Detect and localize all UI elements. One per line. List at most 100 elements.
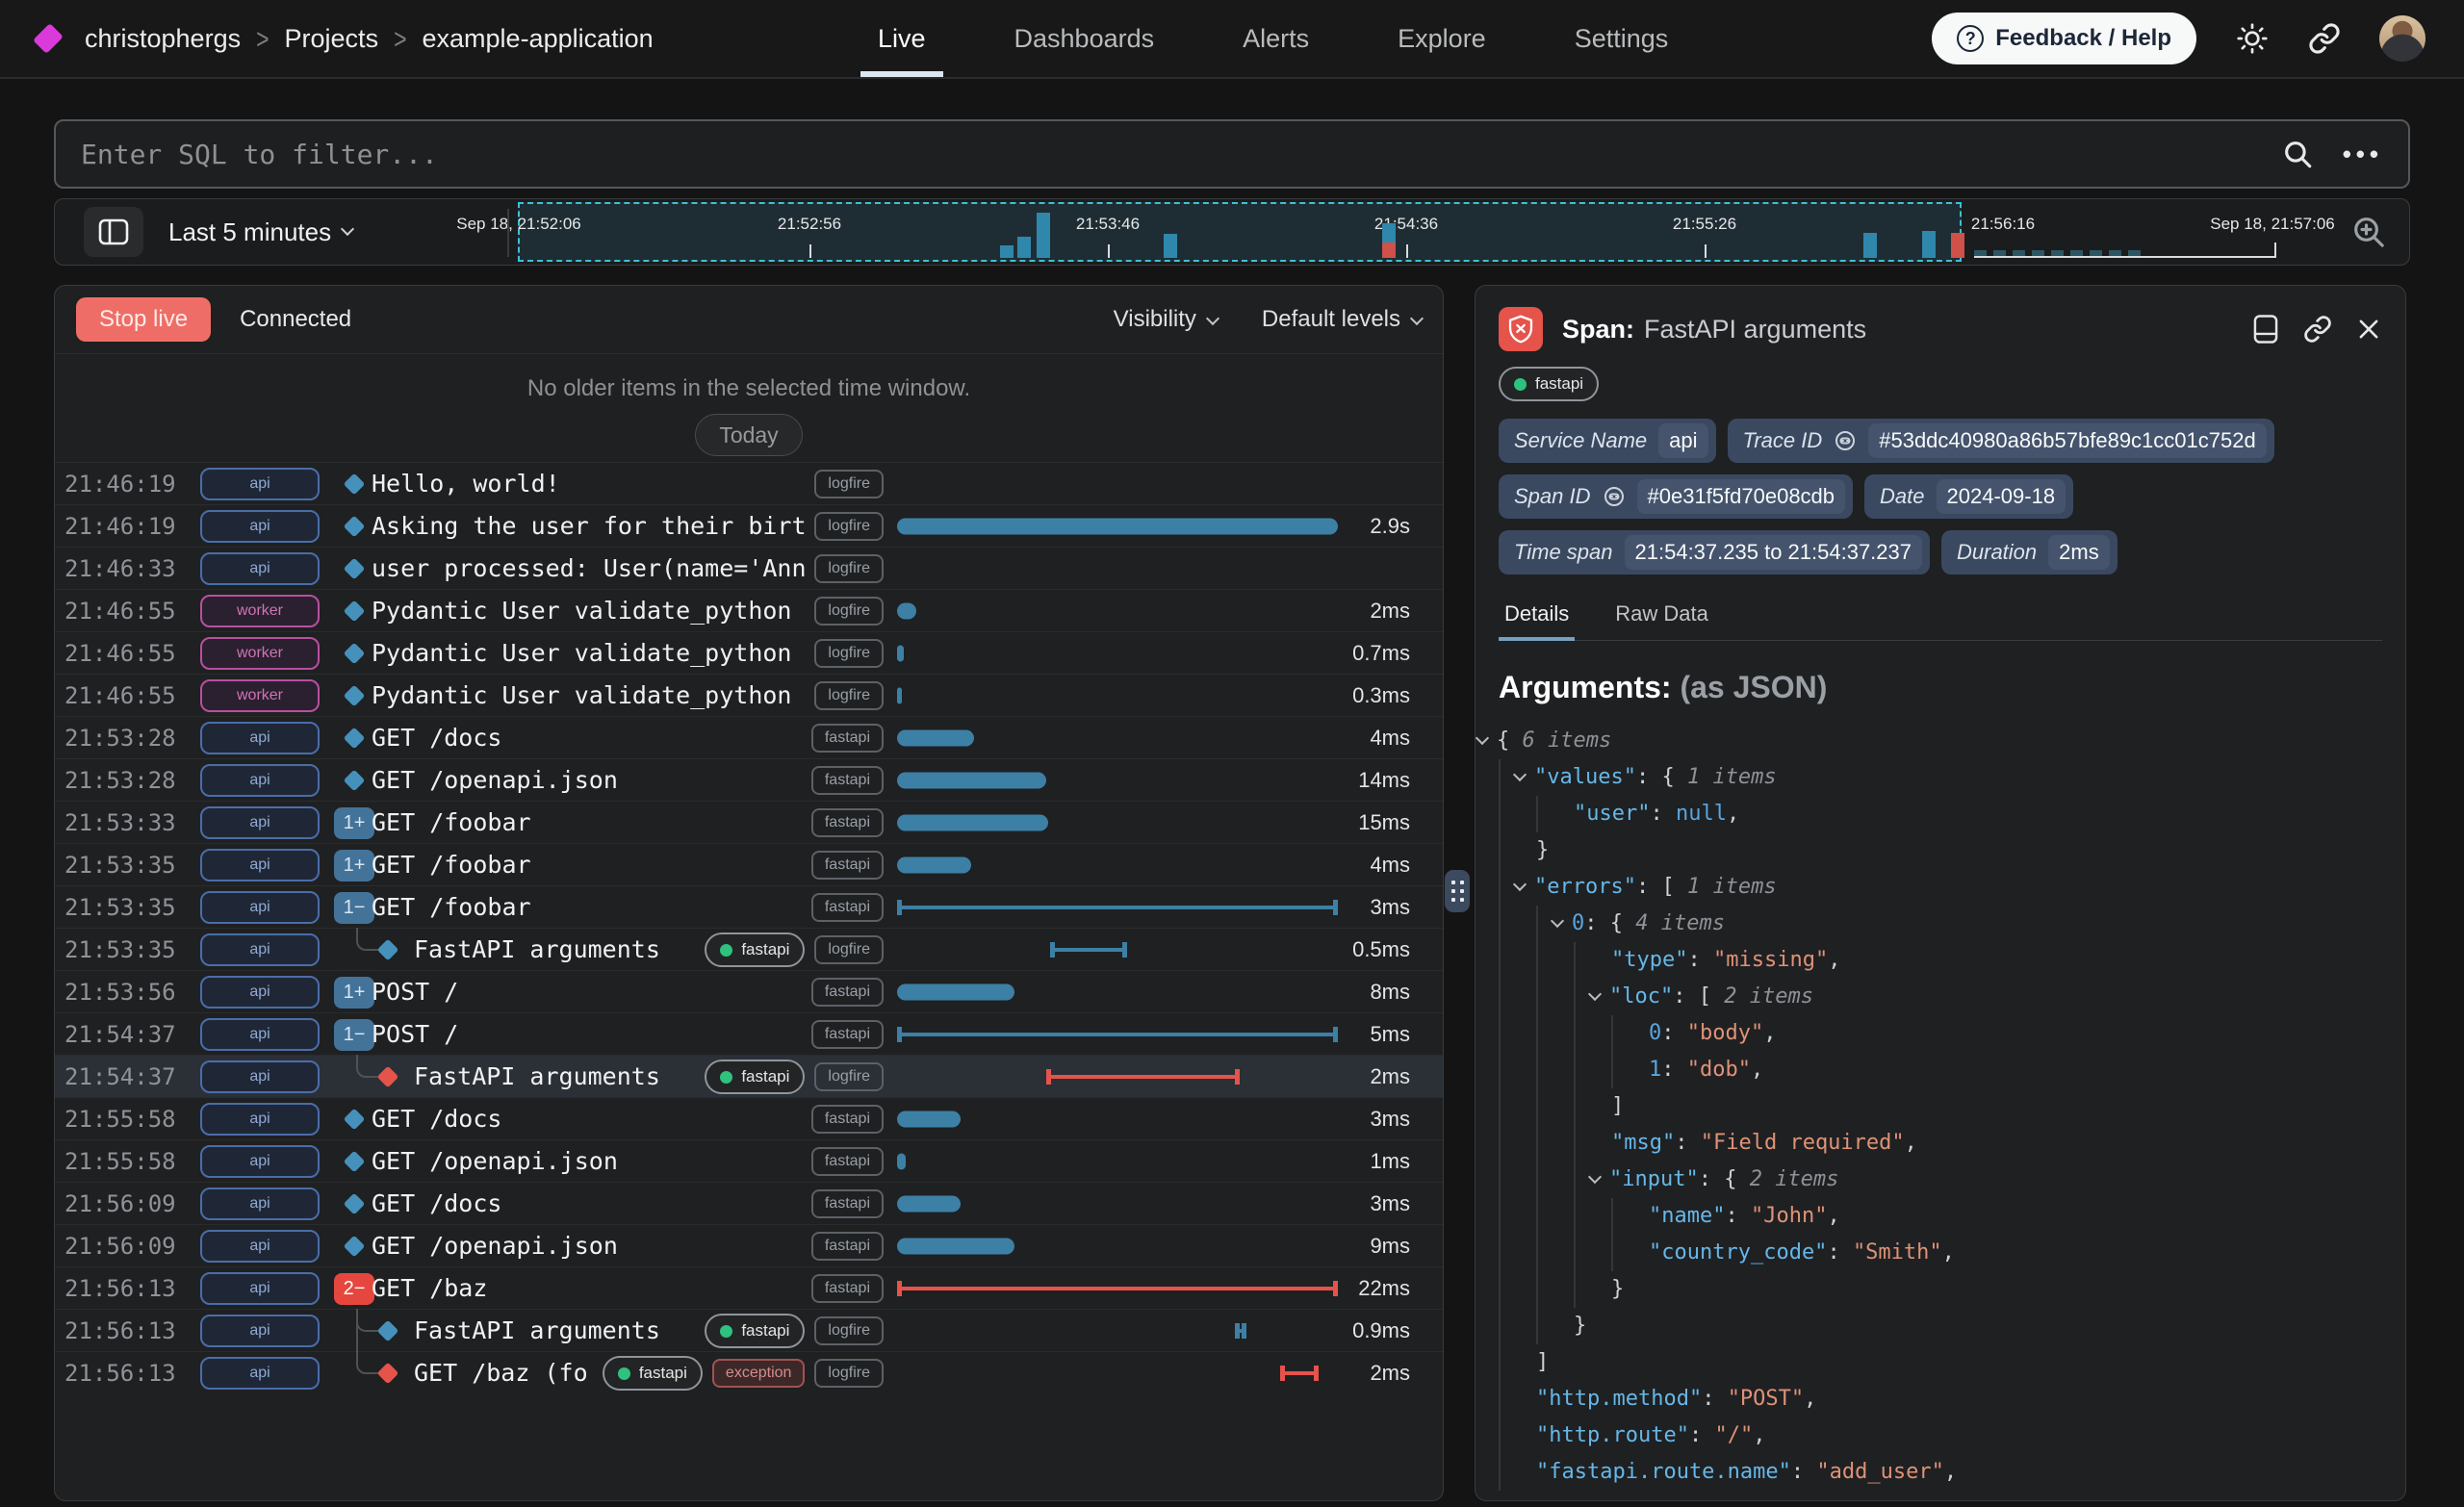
tag-fastapi[interactable]: fastapi — [811, 808, 884, 837]
user-avatar[interactable] — [2379, 15, 2426, 62]
tag-fastapi[interactable]: fastapi — [705, 1314, 805, 1348]
meta-chip-trace-id[interactable]: Trace ID#53ddc40980a86b57bfe89c1cc01c752… — [1728, 419, 2274, 463]
trace-row[interactable]: 21:53:28apiGET /docsfastapi4ms — [55, 716, 1443, 758]
trace-row[interactable]: 21:46:19apiHello, world!logfire — [55, 462, 1443, 504]
stop-live-button[interactable]: Stop live — [76, 297, 211, 342]
logfire-logo-icon[interactable] — [33, 23, 64, 54]
trace-row[interactable]: 21:56:13api2−GET /bazfastapi22ms — [55, 1266, 1443, 1309]
trace-row[interactable]: 21:53:56api1+POST /fastapi8ms — [55, 970, 1443, 1012]
meta-chip-date[interactable]: Date2024-09-18 — [1864, 474, 2073, 519]
duration-label: 3ms — [1275, 886, 1410, 929]
tag-fastapi[interactable]: fastapi — [811, 1232, 884, 1261]
tag-fastapi[interactable]: fastapi — [811, 766, 884, 795]
trace-row[interactable]: 21:55:58apiGET /docsfastapi3ms — [55, 1097, 1443, 1139]
tag-fastapi[interactable]: fastapi — [811, 1147, 884, 1176]
trace-row[interactable]: 21:54:37apiFastAPI argumentsfastapilogfi… — [55, 1055, 1443, 1097]
tag-logfire[interactable]: logfire — [814, 681, 884, 710]
tab-alerts[interactable]: Alerts — [1243, 0, 1309, 77]
trace-row[interactable]: 21:56:09apiGET /openapi.jsonfastapi9ms — [55, 1224, 1443, 1266]
tag-fastapi[interactable]: fastapi — [705, 1060, 805, 1094]
tag-logfire[interactable]: logfire — [814, 1316, 884, 1345]
tag-fastapi[interactable]: fastapi — [603, 1356, 703, 1391]
panel-resize-handle[interactable] — [1445, 870, 1470, 912]
link-icon[interactable] — [1603, 485, 1626, 508]
meta-chip-service-name[interactable]: Service Nameapi — [1499, 419, 1716, 463]
link-icon[interactable] — [1834, 429, 1857, 452]
tag-exception[interactable]: exception — [712, 1359, 806, 1388]
tag-logfire[interactable]: logfire — [814, 554, 884, 583]
trace-row[interactable]: 21:55:58apiGET /openapi.jsonfastapi1ms — [55, 1139, 1443, 1182]
breadcrumb-org[interactable]: christophergs — [85, 24, 241, 54]
service-tag-fastapi[interactable]: fastapi — [1499, 367, 1599, 401]
json-line: "fastapi.route.name": "add_user", — [1499, 1454, 2382, 1491]
tag-fastapi[interactable]: fastapi — [811, 851, 884, 880]
tag-fastapi[interactable]: fastapi — [811, 1105, 884, 1134]
share-link-icon[interactable] — [2308, 22, 2341, 55]
feedback-help-button[interactable]: ? Feedback / Help — [1932, 13, 2196, 64]
theme-toggle-icon[interactable] — [2235, 21, 2270, 56]
tag-fastapi[interactable]: fastapi — [811, 1274, 884, 1303]
trace-row[interactable]: 21:46:55workerPydantic User validate_pyt… — [55, 589, 1443, 631]
trace-row[interactable]: 21:56:13apiGET /baz (fofastapiexceptionl… — [55, 1351, 1443, 1393]
timeline-selection[interactable] — [518, 202, 1962, 262]
close-icon[interactable] — [2355, 316, 2382, 343]
span-tags: logfire — [55, 590, 884, 632]
trace-row[interactable]: 21:46:55workerPydantic User validate_pyt… — [55, 631, 1443, 674]
timeline-dash — [2013, 250, 2025, 256]
default-levels-dropdown[interactable]: Default levels — [1262, 306, 1422, 333]
meta-chip-span-id[interactable]: Span ID#0e31f5fd70e08cdb — [1499, 474, 1853, 519]
tag-logfire[interactable]: logfire — [814, 935, 884, 964]
tag-logfire[interactable]: logfire — [814, 1062, 884, 1091]
trace-row[interactable]: 21:53:35apiFastAPI argumentsfastapilogfi… — [55, 928, 1443, 970]
trace-row[interactable]: 21:46:19apiAsking the user for their bir… — [55, 504, 1443, 547]
today-button[interactable]: Today — [695, 414, 802, 456]
tag-logfire[interactable]: logfire — [814, 639, 884, 668]
json-collapse-toggle-icon[interactable] — [1476, 731, 1489, 745]
tag-fastapi[interactable]: fastapi — [811, 1189, 884, 1218]
trace-row[interactable]: 21:53:33api1+GET /foobarfastapi15ms — [55, 801, 1443, 843]
meta-chip-duration[interactable]: Duration2ms — [1941, 530, 2118, 575]
trace-row[interactable]: 21:53:35api1+GET /foobarfastapi4ms — [55, 843, 1443, 885]
meta-chip-time-span[interactable]: Time span21:54:37.235 to 21:54:37.237 — [1499, 530, 1930, 575]
timeline-tick-mark — [1705, 244, 1707, 258]
copy-link-icon[interactable] — [2303, 315, 2332, 344]
trace-row[interactable]: 21:56:13apiFastAPI argumentsfastapilogfi… — [55, 1309, 1443, 1351]
tag-fastapi[interactable]: fastapi — [811, 893, 884, 922]
search-icon[interactable] — [2281, 138, 2314, 170]
tab-settings[interactable]: Settings — [1575, 0, 1669, 77]
trace-row[interactable]: 21:46:33apiuser processed: User(name='An… — [55, 547, 1443, 589]
trace-row[interactable]: 21:53:35api1−GET /foobarfastapi3ms — [55, 885, 1443, 928]
duration-bar-track — [897, 1310, 1338, 1352]
tab-raw-data[interactable]: Raw Data — [1613, 596, 1710, 640]
sidebar-toggle-button[interactable] — [84, 207, 143, 257]
dock-panel-icon[interactable] — [2251, 314, 2280, 345]
tag-fastapi[interactable]: fastapi — [811, 978, 884, 1007]
tab-explore[interactable]: Explore — [1398, 0, 1486, 77]
tab-live[interactable]: Live — [878, 0, 926, 77]
time-range-selector[interactable]: Last 5 minutes — [168, 217, 352, 247]
histogram-bar — [1000, 245, 1014, 258]
more-options-icon[interactable]: ••• — [2343, 140, 2383, 169]
duration-bar — [897, 603, 916, 620]
tag-logfire[interactable]: logfire — [814, 1359, 884, 1388]
timeline-zoom-in-icon[interactable] — [2349, 213, 2388, 251]
tag-logfire[interactable]: logfire — [814, 597, 884, 626]
trace-row[interactable]: 21:53:28apiGET /openapi.jsonfastapi14ms — [55, 758, 1443, 801]
timeline-tick-label: 21:52:56 — [778, 215, 841, 234]
trace-row[interactable]: 21:54:37api1−POST /fastapi5ms — [55, 1012, 1443, 1055]
tab-dashboards[interactable]: Dashboards — [1014, 0, 1155, 77]
tag-fastapi[interactable]: fastapi — [811, 1020, 884, 1049]
tag-fastapi[interactable]: fastapi — [705, 932, 805, 967]
timeline-dash — [1974, 250, 1987, 256]
visibility-dropdown[interactable]: Visibility — [1114, 306, 1218, 333]
breadcrumb-projects[interactable]: Projects — [285, 24, 379, 54]
breadcrumb-project[interactable]: example-application — [423, 24, 654, 54]
sql-filter-input[interactable] — [81, 139, 2281, 170]
tab-details[interactable]: Details — [1502, 596, 1571, 640]
tag-logfire[interactable]: logfire — [814, 470, 884, 498]
trace-row[interactable]: 21:56:09apiGET /docsfastapi3ms — [55, 1182, 1443, 1224]
duration-bar — [1046, 1069, 1240, 1085]
tag-logfire[interactable]: logfire — [814, 512, 884, 541]
tag-fastapi[interactable]: fastapi — [811, 724, 884, 753]
trace-row[interactable]: 21:46:55workerPydantic User validate_pyt… — [55, 674, 1443, 716]
